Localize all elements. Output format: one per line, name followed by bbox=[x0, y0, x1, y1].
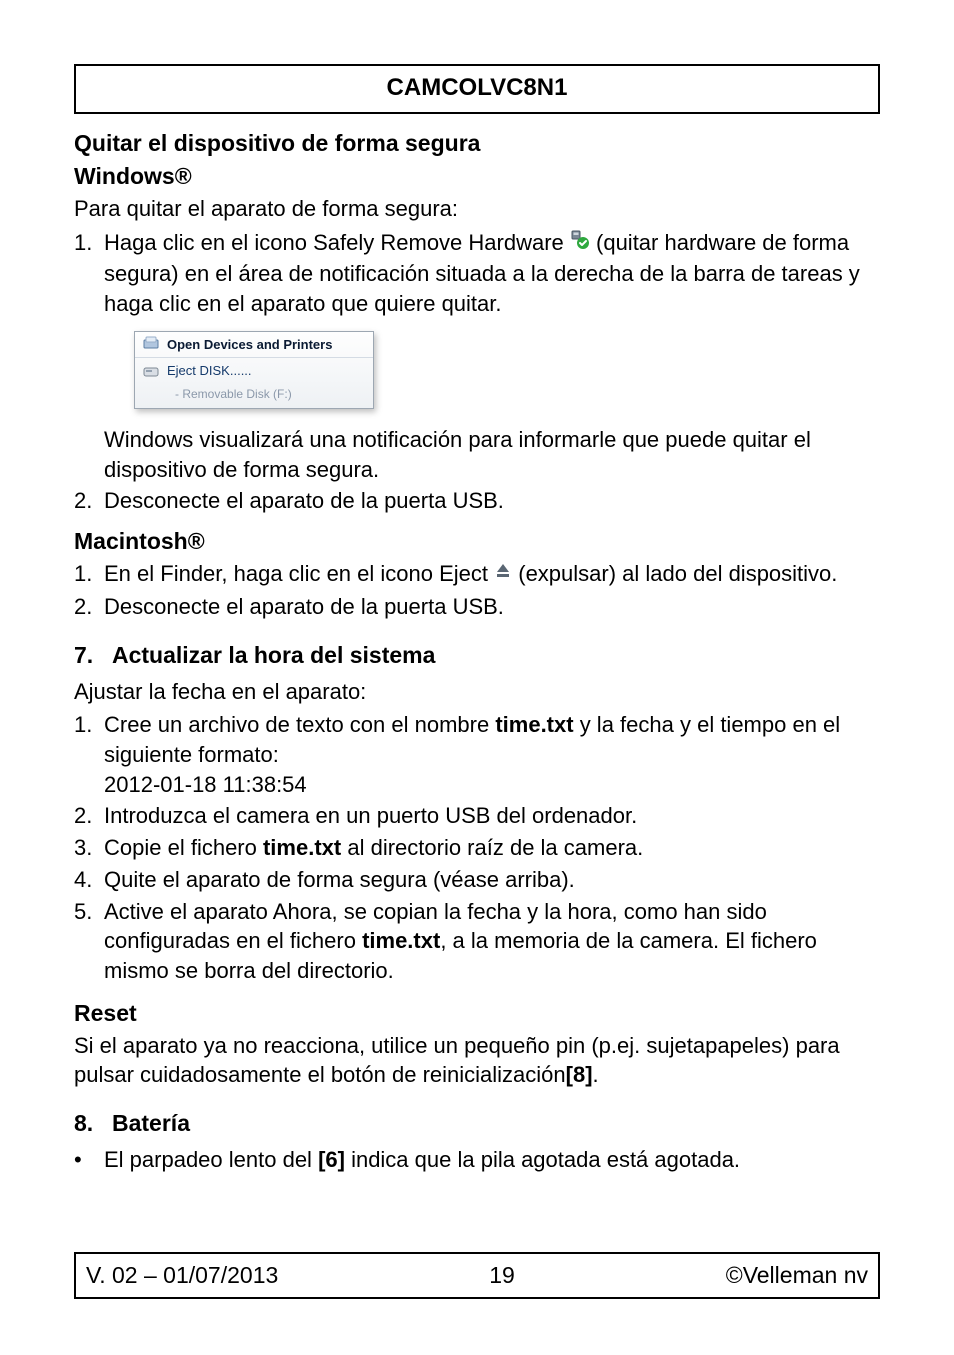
ref: [6] bbox=[318, 1147, 345, 1172]
section-number: 7. bbox=[74, 640, 112, 671]
safely-remove-popup: Open Devices and Printers Eject DISK....… bbox=[134, 331, 374, 409]
text: Haga clic en el icono Safely Remove Hard… bbox=[104, 230, 570, 255]
list-marker: 3. bbox=[74, 833, 104, 863]
windows-steps: 1. Haga clic en el icono Safely Remove H… bbox=[74, 228, 880, 516]
filename: time.txt bbox=[495, 712, 573, 737]
list-body: Active el aparato Ahora, se copian la fe… bbox=[104, 897, 880, 986]
datetime-example: 2012-01-18 11:38:54 bbox=[104, 770, 880, 800]
safely-remove-hardware-icon bbox=[570, 228, 590, 258]
list-body: Quite el aparato de forma segura (véase … bbox=[104, 865, 880, 895]
mac-step-2: 2. Desconecte el aparato de la puerta US… bbox=[74, 592, 880, 622]
popup-eject-label: Eject DISK...... bbox=[167, 362, 252, 380]
s7-step-2: 2. Introduzca el camera en un puerto USB… bbox=[74, 801, 880, 831]
list-marker: 5. bbox=[74, 897, 104, 986]
footer-page-number: 19 bbox=[489, 1260, 515, 1291]
s7-step-1: 1. Cree un archivo de texto con el nombr… bbox=[74, 710, 880, 799]
popup-eject-row: Eject DISK...... bbox=[135, 358, 373, 384]
text: Copie el fichero bbox=[104, 835, 263, 860]
heading-section-8: 8.Batería bbox=[74, 1108, 880, 1139]
disk-icon bbox=[143, 363, 159, 379]
devices-printers-icon bbox=[143, 336, 159, 352]
windows-step1-after: Windows visualizará una notificación par… bbox=[104, 425, 880, 484]
s7-steps: 1. Cree un archivo de texto con el nombr… bbox=[74, 710, 880, 985]
windows-step-1: 1. Haga clic en el icono Safely Remove H… bbox=[74, 228, 880, 484]
footer-copyright: ©Velleman nv bbox=[726, 1260, 868, 1291]
heading-safe-remove: Quitar el dispositivo de forma segura bbox=[74, 128, 880, 159]
list-body: Copie el fichero time.txt al directorio … bbox=[104, 833, 880, 863]
list-marker: 4. bbox=[74, 865, 104, 895]
s7-step-4: 4. Quite el aparato de forma segura (véa… bbox=[74, 865, 880, 895]
list-body: Introduzca el camera en un puerto USB de… bbox=[104, 801, 880, 831]
s7-step-5: 5. Active el aparato Ahora, se copian la… bbox=[74, 897, 880, 986]
text: al directorio raíz de la camera. bbox=[341, 835, 643, 860]
text: . bbox=[593, 1062, 599, 1087]
heading-section-7: 7.Actualizar la hora del sistema bbox=[74, 640, 880, 671]
text: El parpadeo lento del bbox=[104, 1147, 318, 1172]
footer-version-date: V. 02 – 01/07/2013 bbox=[86, 1260, 278, 1291]
eject-icon bbox=[494, 558, 512, 588]
list-marker: 2. bbox=[74, 592, 104, 622]
filename: time.txt bbox=[263, 835, 341, 860]
ref: [8] bbox=[566, 1062, 593, 1087]
text: (expulsar) al lado del dispositivo. bbox=[512, 561, 837, 586]
mac-steps: 1. En el Finder, haga clic en el icono E… bbox=[74, 559, 880, 622]
list-body: En el Finder, haga clic en el icono Ejec… bbox=[104, 559, 880, 590]
text: Cree un archivo de texto con el nombre bbox=[104, 712, 495, 737]
popup-open-devices: Open Devices and Printers bbox=[135, 332, 373, 359]
list-marker: 1. bbox=[74, 559, 104, 590]
document-title: CAMCOLVC8N1 bbox=[387, 74, 568, 101]
section-number: 8. bbox=[74, 1108, 112, 1139]
text: En el Finder, haga clic en el icono Ejec… bbox=[104, 561, 494, 586]
heading-reset: Reset bbox=[74, 998, 880, 1029]
section-title: Actualizar la hora del sistema bbox=[112, 642, 435, 668]
list-body: Desconecte el aparato de la puerta USB. bbox=[104, 486, 880, 516]
filename: time.txt bbox=[362, 928, 440, 953]
list-marker: 2. bbox=[74, 486, 104, 516]
heading-macintosh: Macintosh® bbox=[74, 526, 880, 557]
s7-step-3: 3. Copie el fichero time.txt al director… bbox=[74, 833, 880, 863]
text: Si el aparato ya no reacciona, utilice u… bbox=[74, 1033, 840, 1088]
heading-windows: Windows® bbox=[74, 161, 880, 192]
text: indica que la pila agotada está agotada. bbox=[345, 1147, 740, 1172]
list-item: • El parpadeo lento del [6] indica que l… bbox=[74, 1145, 880, 1175]
popup-sub-row: - Removable Disk (F:) bbox=[135, 384, 373, 408]
reset-body: Si el aparato ya no reacciona, utilice u… bbox=[74, 1031, 880, 1090]
list-body: El parpadeo lento del [6] indica que la … bbox=[104, 1145, 880, 1175]
mac-step-1: 1. En el Finder, haga clic en el icono E… bbox=[74, 559, 880, 590]
list-body: Cree un archivo de texto con el nombre t… bbox=[104, 710, 880, 799]
popup-sub-label: Removable Disk (F:) bbox=[182, 387, 291, 401]
s7-intro: Ajustar la fecha en el aparato: bbox=[74, 677, 880, 707]
list-marker: 1. bbox=[74, 228, 104, 484]
bullet-marker: • bbox=[74, 1145, 104, 1175]
page-footer: V. 02 – 01/07/2013 19 ©Velleman nv bbox=[74, 1252, 880, 1299]
section-title: Batería bbox=[112, 1110, 190, 1136]
list-marker: 2. bbox=[74, 801, 104, 831]
list-marker: 1. bbox=[74, 710, 104, 799]
popup-open-label: Open Devices and Printers bbox=[167, 336, 332, 354]
windows-step-2: 2. Desconecte el aparato de la puerta US… bbox=[74, 486, 880, 516]
s8-bullets: • El parpadeo lento del [6] indica que l… bbox=[74, 1145, 880, 1175]
list-body: Desconecte el aparato de la puerta USB. bbox=[104, 592, 880, 622]
list-body: Haga clic en el icono Safely Remove Hard… bbox=[104, 228, 880, 484]
document-title-box: CAMCOLVC8N1 bbox=[74, 64, 880, 114]
windows-intro: Para quitar el aparato de forma segura: bbox=[74, 194, 880, 224]
